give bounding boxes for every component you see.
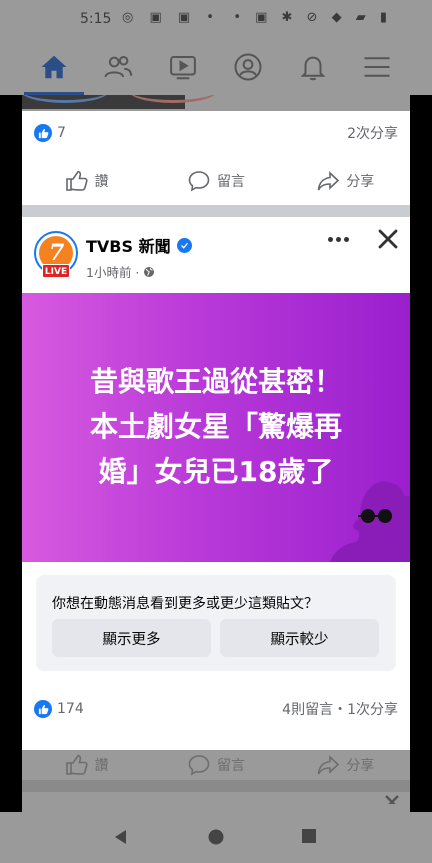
silhouette-illustration — [330, 481, 410, 562]
share-icon — [318, 171, 340, 191]
like-reaction-icon — [34, 700, 52, 718]
like-reaction-icon — [34, 124, 52, 142]
feedback-prompt: 你想在動態消息看到更多或更少這類貼文？ 顯示更多 顯示較少 — [36, 575, 396, 671]
thumbs-up-icon — [65, 754, 88, 775]
tab-profile[interactable] — [228, 50, 268, 84]
tab-friends[interactable] — [98, 50, 138, 84]
thumbs-up-icon — [65, 170, 88, 191]
post1-share-count[interactable]: 2次分享 — [347, 123, 398, 143]
post2-comment-button[interactable]: 留言 — [151, 750, 280, 780]
bell-icon — [300, 56, 326, 81]
page-name[interactable]: TVBS 新聞 — [86, 233, 192, 257]
watch-icon — [170, 56, 196, 80]
post1-comment-button[interactable]: 留言 — [151, 158, 280, 204]
profile-icon — [234, 53, 262, 81]
friends-icon — [104, 56, 133, 78]
headline-line: 本土劇女星「驚爆再 — [89, 410, 342, 443]
recents-icon[interactable] — [301, 828, 317, 844]
show-more-button[interactable]: 顯示更多 — [52, 619, 211, 657]
post2-like-button[interactable]: 讚 — [22, 750, 151, 780]
feedback-question: 你想在動態消息看到更多或更少這類貼文？ — [52, 596, 318, 612]
like-label: 讚 — [94, 174, 109, 190]
more-dot-icon — [335, 236, 341, 242]
tab-home[interactable] — [24, 50, 84, 95]
status-time: 5:15 — [80, 11, 112, 27]
post1-action-bar: 讚 留言 分享 — [22, 158, 410, 204]
menu-icon — [364, 57, 390, 77]
post1-like-count[interactable]: 7 — [57, 125, 66, 141]
status-bar: 5:15 ◎ ▣ ▣ • • ▣ ✱ ⊘ ◆ ▰ ▮ — [0, 0, 432, 40]
more-dot-icon — [343, 236, 349, 242]
verified-badge-icon — [176, 237, 192, 253]
next-post-header-edge — [22, 792, 410, 812]
comment-icon — [188, 171, 210, 192]
share-label: 分享 — [346, 758, 375, 774]
post1-share-button[interactable]: 分享 — [281, 158, 410, 204]
live-badge: LIVE — [42, 264, 70, 278]
tab-menu[interactable] — [357, 50, 397, 84]
tab-notifications[interactable] — [293, 50, 333, 84]
post1-like-button[interactable]: 讚 — [22, 158, 151, 204]
headline-line: 昔與歌王過從甚密！ — [89, 365, 342, 398]
more-dot-icon — [327, 236, 333, 242]
globe-icon — [144, 266, 155, 277]
post-separator — [22, 205, 410, 217]
screen: 5:15 ◎ ▣ ▣ • • ▣ ✱ ⊘ ◆ ▰ ▮ 7 2次分享 讚 留言 分… — [0, 0, 432, 863]
comment-icon — [188, 755, 210, 776]
top-nav — [0, 40, 432, 95]
tvbs-logo-mark: 7 — [49, 240, 65, 266]
post1-reactions-bar: 7 2次分享 — [22, 113, 410, 153]
post-image[interactable]: 昔與歌王過從甚密！ 本土劇女星「驚爆再 婚」女兒已18歲了 — [22, 293, 410, 562]
tab-watch[interactable] — [163, 50, 203, 84]
post2-reactions-bar: 174 4則留言・1次分享 — [22, 689, 410, 729]
home-icon — [41, 55, 67, 79]
status-system-icons: • ▣ ✱ ⊘ ◆ ▰ ▮ — [233, 10, 392, 25]
page-name-text: TVBS 新聞 — [86, 237, 171, 256]
share-icon — [318, 755, 340, 775]
hide-post-button[interactable] — [374, 225, 402, 253]
status-notification-icons: ◎ ▣ ▣ • — [122, 10, 220, 25]
post2-share-button[interactable]: 分享 — [281, 750, 410, 780]
like-label: 讚 — [94, 758, 109, 774]
comment-label: 留言 — [216, 174, 245, 190]
previous-post-media-edge — [22, 95, 410, 111]
comment-label: 留言 — [216, 758, 245, 774]
post2-comments-shares[interactable]: 4則留言・1次分享 — [282, 699, 398, 719]
post2-like-count[interactable]: 174 — [57, 701, 84, 717]
close-icon — [378, 229, 398, 249]
post-time[interactable]: 1小時前 · — [86, 262, 139, 281]
post-separator — [22, 780, 410, 792]
share-label: 分享 — [346, 174, 375, 190]
system-nav-bar — [0, 812, 432, 863]
show-less-button[interactable]: 顯示較少 — [220, 619, 379, 657]
close-icon — [385, 795, 399, 804]
home-button-icon[interactable] — [207, 828, 225, 846]
back-icon[interactable] — [112, 828, 130, 846]
post-meta: 1小時前 · — [86, 262, 155, 281]
more-options-button[interactable] — [322, 228, 354, 250]
post2-action-bar: 讚 留言 分享 — [22, 750, 410, 780]
